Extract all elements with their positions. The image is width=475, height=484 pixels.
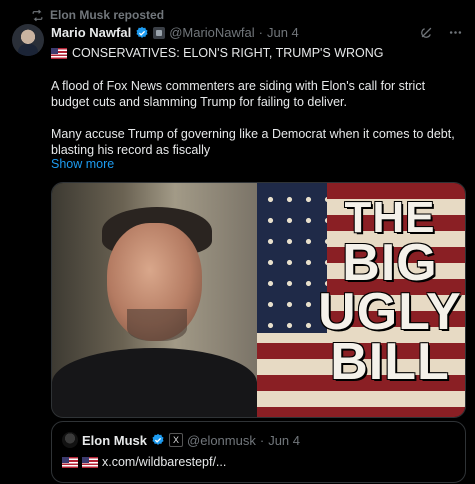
separator-dot: · (259, 432, 265, 448)
media-title-line-3: UGLY (318, 283, 462, 342)
post-header: Mario Nawfal @MarioNawfal · Jun 4 (51, 25, 463, 40)
body-paragraph-2: Many accuse Trump of governing like a De… (51, 127, 455, 157)
quoted-author-name[interactable]: Elon Musk (82, 433, 147, 448)
media-photo-portrait[interactable] (52, 183, 257, 417)
author-handle[interactable]: @MarioNawfal (169, 25, 254, 40)
author-name[interactable]: Mario Nawfal (51, 25, 131, 40)
author-avatar[interactable] (12, 24, 44, 56)
quoted-post-header: Elon Musk X @elonmusk · Jun 4 (62, 432, 300, 448)
post-media[interactable]: THE BIG UGLY BILL (51, 182, 466, 418)
media-title-line-2: BIG (342, 233, 438, 292)
more-options-icon[interactable] (448, 25, 463, 40)
body-paragraph-1: A flood of Fox News commenters are sidin… (51, 79, 426, 109)
repost-indicator[interactable]: Elon Musk reposted (31, 8, 164, 22)
us-flag-icon (62, 456, 78, 468)
quoted-author-handle[interactable]: @elonmusk (187, 433, 256, 448)
repost-icon (32, 9, 43, 21)
quoted-post-date[interactable]: Jun 4 (268, 433, 300, 448)
media-title-line-4: BILL (330, 332, 450, 391)
x-affiliation-icon: X (169, 433, 184, 447)
verified-badge-icon (151, 433, 165, 447)
show-more-link[interactable]: Show more (51, 157, 114, 171)
post-headline: CONSERVATIVES: ELON'S RIGHT, TRUMP'S WRO… (51, 46, 384, 60)
affiliation-badge-icon (153, 26, 166, 39)
us-flag-icon (51, 47, 67, 59)
media-title: THE BIG UGLY BILL (315, 193, 465, 391)
quoted-post-body: x.com/wildbarestepf/... (62, 455, 226, 469)
media-flag-graphic[interactable]: THE BIG UGLY BILL (257, 183, 465, 417)
us-flag-icon (82, 456, 98, 468)
post-actions-top (419, 25, 463, 40)
verified-badge-icon (135, 26, 149, 40)
quoted-post[interactable]: Elon Musk X @elonmusk · Jun 4 x.com/wild… (51, 421, 466, 483)
grok-icon[interactable] (419, 25, 434, 40)
quoted-author-avatar[interactable] (62, 432, 78, 448)
media-title-line-1: THE (344, 193, 436, 242)
quoted-link[interactable]: x.com/wildbarestepf/... (102, 455, 226, 469)
repost-label: Elon Musk reposted (50, 8, 165, 22)
separator-dot: · (258, 25, 263, 40)
headline-text: CONSERVATIVES: ELON'S RIGHT, TRUMP'S WRO… (72, 46, 384, 60)
post-date[interactable]: Jun 4 (267, 25, 299, 40)
